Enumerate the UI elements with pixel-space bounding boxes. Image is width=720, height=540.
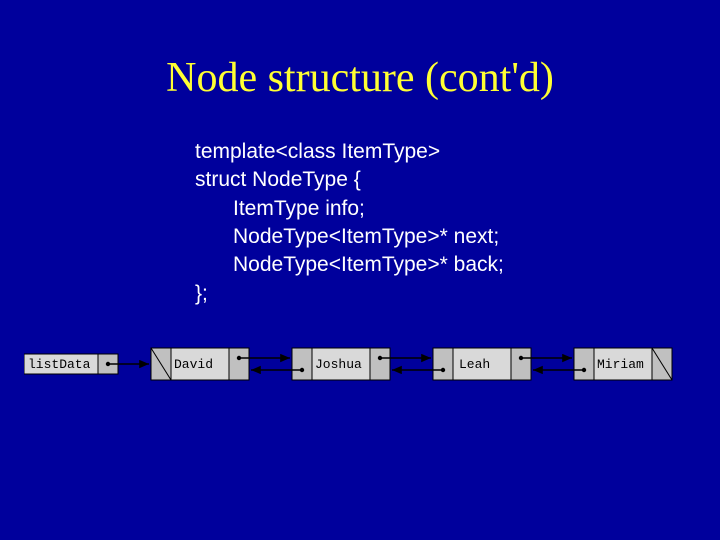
list-node: David <box>151 348 290 380</box>
list-node: Leah <box>392 348 572 380</box>
node-info: Miriam <box>597 357 644 372</box>
head-pointer: listData <box>24 354 149 374</box>
node-info: Joshua <box>315 357 362 372</box>
code-line: ItemType info; <box>195 195 504 223</box>
node-info: David <box>174 357 213 372</box>
code-line: }; <box>195 280 504 308</box>
head-label: listData <box>28 357 91 372</box>
code-line: NodeType<ItemType>* next; <box>195 223 504 251</box>
list-node: Miriam <box>533 348 672 380</box>
code-line: struct NodeType { <box>195 166 504 194</box>
slide-title: Node structure (cont'd) <box>0 54 720 102</box>
code-line: template<class ItemType> <box>195 138 504 166</box>
code-line: NodeType<ItemType>* back; <box>195 251 504 279</box>
slide: Node structure (cont'd) template<class I… <box>0 0 720 540</box>
list-node: Joshua <box>251 348 431 380</box>
code-block: template<class ItemType> struct NodeType… <box>195 138 504 308</box>
linked-list-diagram: listData David Joshua <box>24 336 696 392</box>
node-info: Leah <box>459 357 490 372</box>
